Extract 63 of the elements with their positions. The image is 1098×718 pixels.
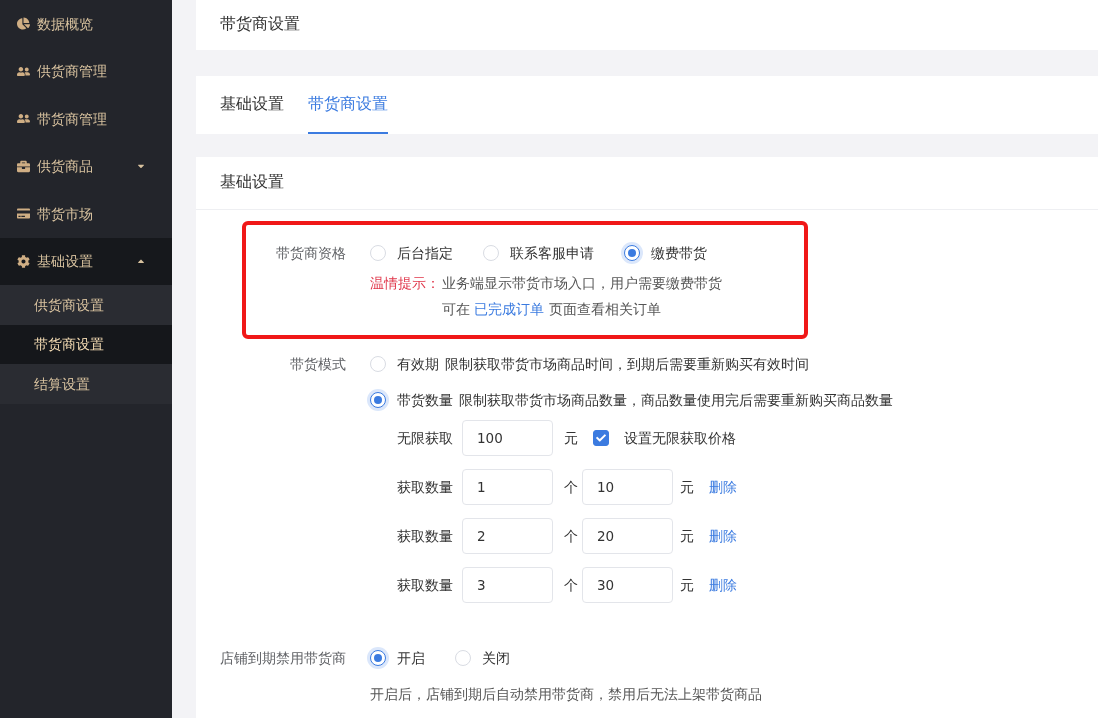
hint-text: 可在 已完成订单 页面查看相关订单 xyxy=(442,300,662,319)
radio-icon[interactable] xyxy=(624,245,640,261)
radio-icon[interactable] xyxy=(370,392,386,408)
briefcase-icon xyxy=(17,159,30,173)
sidebar-subitem[interactable]: 带货商设置 xyxy=(0,324,172,364)
gear-icon xyxy=(17,254,30,268)
unit-label: 元 xyxy=(564,428,578,448)
field-label: 获取数量 xyxy=(397,575,452,595)
tab[interactable]: 基础设置 xyxy=(220,76,284,134)
tab[interactable]: 带货商设置 xyxy=(308,76,388,134)
radio-label[interactable]: 缴费带货 xyxy=(651,242,707,264)
input-field[interactable]: 30 xyxy=(582,567,673,603)
hint-label: 温情提示： xyxy=(370,274,440,293)
input-field[interactable]: 2 xyxy=(462,518,553,554)
pie-chart-icon xyxy=(17,17,30,31)
sidebar-item[interactable]: 数据概览 xyxy=(0,0,172,48)
sidebar-subitem[interactable]: 供货商设置 xyxy=(0,285,172,325)
page-title: 带货商设置 xyxy=(220,14,300,36)
delete-link[interactable]: 删除 xyxy=(709,574,737,596)
radio-label[interactable]: 联系客服申请 xyxy=(510,242,594,264)
input-field[interactable]: 100 xyxy=(462,420,553,456)
hint-text: 业务端显示带货市场入口，用户需要缴费带货 xyxy=(442,274,722,293)
radio-label[interactable]: 带货数量 xyxy=(397,389,453,411)
field-note: 开启后，店铺到期后自动禁用带货商，禁用后无法上架带货商品 xyxy=(370,685,762,704)
field-label: 带货商资格 xyxy=(275,243,346,263)
checkbox[interactable] xyxy=(593,430,609,446)
unit-label: 个 xyxy=(564,477,579,497)
users-icon xyxy=(17,112,30,126)
card-icon xyxy=(17,207,30,221)
radio-label[interactable]: 有效期 xyxy=(397,353,439,375)
radio-label[interactable]: 关闭 xyxy=(482,647,510,669)
sidebar-item[interactable]: 供货商管理 xyxy=(0,47,172,95)
checkbox-label[interactable]: 设置无限获取价格 xyxy=(624,427,736,449)
radio-label[interactable]: 开启 xyxy=(397,647,425,669)
sidebar-item[interactable]: 带货商管理 xyxy=(0,95,172,143)
section-title: 基础设置 xyxy=(220,172,284,194)
field-label: 获取数量 xyxy=(397,526,452,546)
option-description: 限制获取带货市场商品时间，到期后需要重新购买有效时间 xyxy=(445,354,809,374)
sidebar-subitem[interactable]: 结算设置 xyxy=(0,364,172,404)
unit-label: 元 xyxy=(680,575,694,595)
input-field[interactable]: 20 xyxy=(582,518,673,554)
sidebar-item[interactable]: 基础设置 xyxy=(0,237,172,285)
unit-label: 个 xyxy=(564,526,579,546)
input-field[interactable]: 3 xyxy=(462,567,553,603)
users-icon xyxy=(17,64,30,78)
input-field[interactable]: 10 xyxy=(582,469,673,505)
unit-label: 元 xyxy=(680,526,694,546)
field-label: 获取数量 xyxy=(397,477,452,497)
unit-label: 元 xyxy=(680,477,694,497)
unit-label: 个 xyxy=(564,575,579,595)
radio-icon[interactable] xyxy=(370,650,386,666)
sidebar-item[interactable]: 供货商品 xyxy=(0,142,172,190)
input-field[interactable]: 1 xyxy=(462,469,553,505)
sidebar-item[interactable]: 带货市场 xyxy=(0,190,172,238)
check-icon xyxy=(596,433,606,443)
delete-link[interactable]: 删除 xyxy=(709,525,737,547)
radio-label[interactable]: 后台指定 xyxy=(397,242,453,264)
field-label: 无限获取 xyxy=(397,428,452,448)
field-label: 店铺到期禁用带货商 xyxy=(220,648,347,668)
completed-orders-link[interactable]: 已完成订单 xyxy=(474,301,545,317)
field-label: 带货模式 xyxy=(289,354,346,374)
option-description: 限制获取带货市场商品数量，商品数量使用完后需要重新购买商品数量 xyxy=(459,390,893,410)
delete-link[interactable]: 删除 xyxy=(709,476,737,498)
